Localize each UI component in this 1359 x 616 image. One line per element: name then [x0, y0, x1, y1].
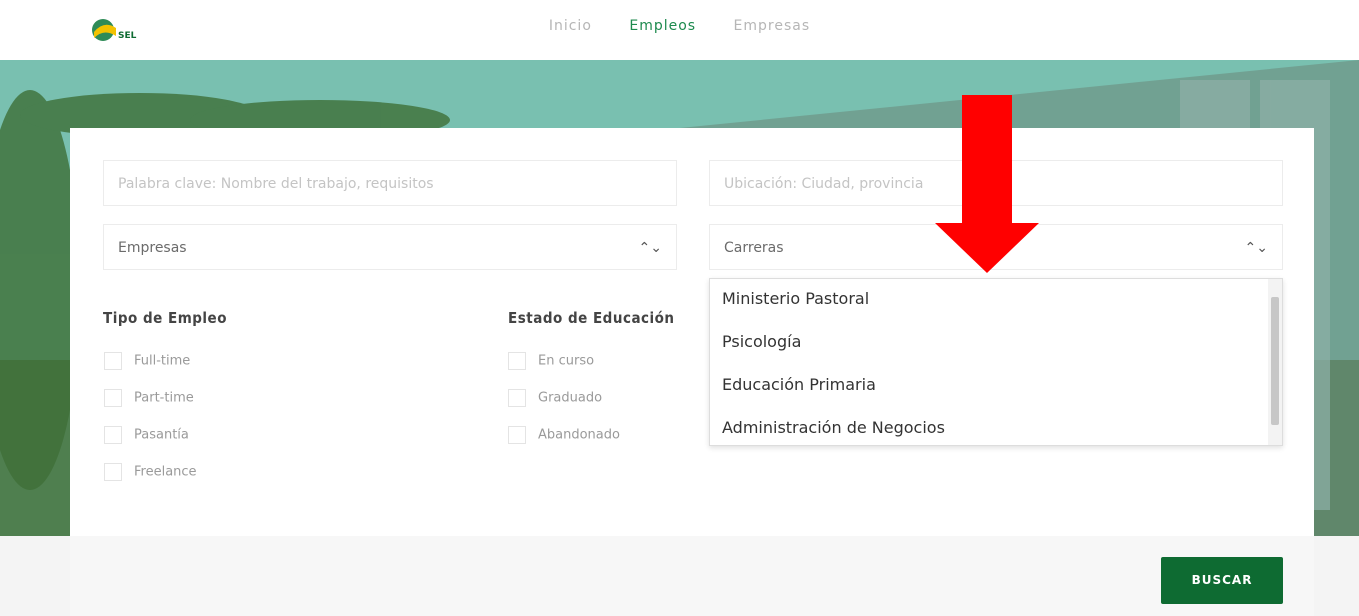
checkbox-part-time[interactable]: Part-time: [104, 389, 194, 407]
checkbox-box[interactable]: [508, 426, 526, 444]
checkbox-abandonado[interactable]: Abandonado: [508, 426, 620, 444]
checkbox-label: Part-time: [134, 390, 194, 406]
buscar-button[interactable]: BUSCAR: [1161, 557, 1283, 604]
checkbox-label: Graduado: [538, 390, 603, 406]
checkbox-box[interactable]: [508, 389, 526, 407]
career-option[interactable]: Psicología: [722, 332, 801, 351]
checkbox-freelance[interactable]: Freelance: [104, 463, 197, 481]
top-bar: SEL Inicio Empleos Empresas: [0, 0, 1359, 60]
chevron-updown-icon: ⌃⌄: [638, 240, 662, 256]
search-panel-footer: [70, 536, 1314, 616]
checkbox-box[interactable]: [104, 463, 122, 481]
checkbox-full-time[interactable]: Full-time: [104, 352, 190, 370]
nav-empleos[interactable]: Empleos: [629, 18, 696, 34]
checkbox-box[interactable]: [104, 389, 122, 407]
company-select[interactable]: Empresas ⌃⌄: [103, 224, 677, 270]
keyword-input[interactable]: Palabra clave: Nombre del trabajo, requi…: [103, 160, 677, 206]
checkbox-en-curso[interactable]: En curso: [508, 352, 594, 370]
career-option[interactable]: Administración de Negocios: [722, 418, 945, 437]
checkbox-box[interactable]: [104, 352, 122, 370]
checkbox-label: Full-time: [134, 353, 191, 369]
nav-inicio[interactable]: Inicio: [549, 18, 592, 34]
checkbox-box[interactable]: [104, 426, 122, 444]
checkbox-label: Abandonado: [538, 427, 620, 443]
checkbox-pasantia[interactable]: Pasantía: [104, 426, 189, 444]
estado-educacion-title: Estado de Educación: [508, 309, 675, 327]
checkbox-label: Freelance: [134, 464, 197, 480]
career-select-value: Carreras: [724, 240, 784, 256]
tipo-empleo-title: Tipo de Empleo: [103, 309, 227, 327]
nav-empresas[interactable]: Empresas: [734, 18, 811, 34]
chevron-updown-icon: ⌃⌄: [1244, 240, 1268, 256]
checkbox-graduado[interactable]: Graduado: [508, 389, 602, 407]
career-option[interactable]: Educación Primaria: [722, 375, 876, 394]
company-select-value: Empresas: [118, 240, 187, 256]
main-nav: Inicio Empleos Empresas: [0, 18, 1359, 34]
dropdown-scrollbar[interactable]: [1268, 279, 1282, 445]
checkbox-label: En curso: [538, 353, 595, 369]
career-option[interactable]: Ministerio Pastoral: [722, 289, 869, 308]
checkbox-box[interactable]: [508, 352, 526, 370]
scrollbar-thumb[interactable]: [1271, 297, 1279, 425]
checkbox-label: Pasantía: [134, 427, 189, 443]
red-arrow-annotation: [935, 95, 1039, 273]
career-dropdown-list: Ministerio Pastoral Psicología Educación…: [709, 278, 1283, 446]
